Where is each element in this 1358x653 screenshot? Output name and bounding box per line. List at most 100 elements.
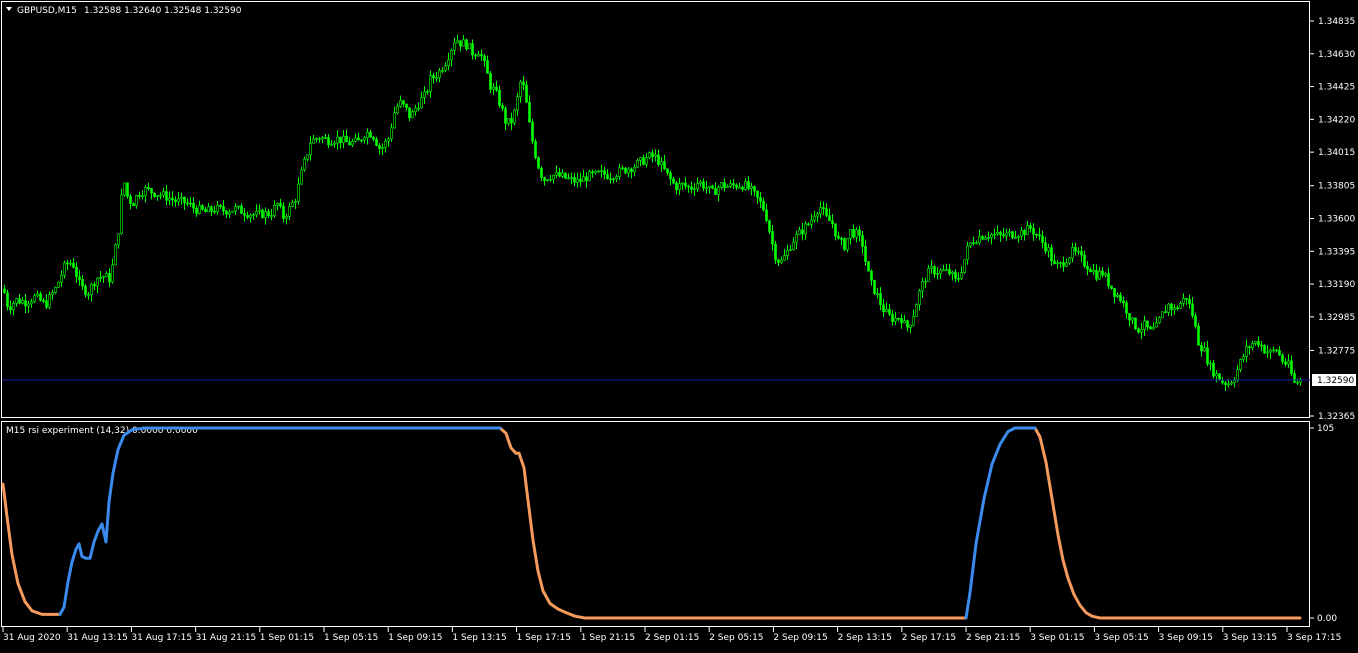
candle-body xyxy=(84,285,87,296)
candle-body xyxy=(120,194,123,235)
candle-body xyxy=(816,213,819,217)
candle-body xyxy=(930,266,933,269)
time-tick-label: 1 Sep 09:15 xyxy=(388,633,442,643)
candle-body xyxy=(567,177,570,180)
candle-body xyxy=(354,137,357,142)
candle-body xyxy=(1197,325,1200,346)
candle-body xyxy=(873,279,876,295)
candle-body xyxy=(423,91,426,98)
candle-body xyxy=(1281,354,1284,363)
candle-body xyxy=(942,269,945,272)
candle-body xyxy=(861,235,864,247)
candle-body xyxy=(840,237,843,240)
candle-body xyxy=(294,201,297,203)
candle-body xyxy=(780,259,783,263)
candle-body xyxy=(1224,382,1227,385)
candle-body xyxy=(867,261,870,272)
candle-body xyxy=(1230,382,1233,385)
price-tick-label: 1.33600 xyxy=(1318,215,1355,225)
candle-body xyxy=(303,158,306,171)
time-tick-label: 2 Sep 01:15 xyxy=(645,633,699,643)
candle-body xyxy=(1227,383,1230,386)
candle-body xyxy=(903,320,906,324)
candle-body xyxy=(147,187,150,189)
price-tick-label: 1.32365 xyxy=(1318,412,1355,422)
candle-body xyxy=(192,203,195,209)
candle-body xyxy=(462,39,465,47)
candle-body xyxy=(90,284,93,296)
time-tick-label: 3 Sep 13:15 xyxy=(1223,633,1277,643)
candle-body xyxy=(633,166,636,172)
candle-body xyxy=(1260,344,1263,347)
candle-body xyxy=(696,183,699,190)
candle-body xyxy=(486,60,489,74)
candle-body xyxy=(894,317,897,322)
candle-body xyxy=(1077,250,1080,253)
candle-body xyxy=(195,207,198,214)
ohlc-quote: 1.32588 1.32640 1.32548 1.32590 xyxy=(84,6,242,16)
candle-body xyxy=(735,184,738,188)
candle-body xyxy=(966,245,969,261)
candle-body xyxy=(357,137,360,141)
candle-body xyxy=(378,145,381,149)
candle-body xyxy=(468,43,471,50)
candle-body xyxy=(1035,233,1038,236)
candle-body xyxy=(837,235,840,239)
candle-body xyxy=(594,170,597,174)
candle-body xyxy=(579,178,582,182)
candle-body xyxy=(126,182,129,197)
candle-body xyxy=(252,214,255,217)
candle-body xyxy=(9,306,12,311)
candle-body xyxy=(276,202,279,206)
time-tick-label: 2 Sep 17:15 xyxy=(902,633,956,643)
candle-body xyxy=(1170,303,1173,310)
candle-body xyxy=(498,89,501,106)
candle-body xyxy=(183,196,186,204)
current-price-label: 1.32590 xyxy=(1317,376,1354,386)
candle-body xyxy=(78,276,81,280)
candle-body xyxy=(477,54,480,57)
chart-canvas[interactable]: GBPUSD,M15 1.32588 1.32640 1.32548 1.325… xyxy=(0,0,1358,649)
candle-body xyxy=(765,209,768,222)
candle-body xyxy=(978,236,981,244)
candle-body xyxy=(246,215,249,218)
candle-body xyxy=(312,138,315,144)
candle-body xyxy=(576,178,579,183)
candle-body xyxy=(159,194,162,197)
candle-body xyxy=(1017,235,1020,238)
candle-body xyxy=(168,197,171,201)
time-tick-label: 3 Sep 09:15 xyxy=(1159,633,1213,643)
candle-body xyxy=(21,300,24,304)
candle-body xyxy=(684,182,687,187)
candle-body xyxy=(336,136,339,144)
candle-body xyxy=(786,250,789,256)
candle-body xyxy=(909,324,912,328)
candle-body xyxy=(1056,262,1059,265)
candle-body xyxy=(1278,350,1281,356)
candle-body xyxy=(1071,247,1074,259)
candle-body xyxy=(1158,317,1161,324)
candle-body xyxy=(501,105,504,109)
candle-body xyxy=(1086,265,1089,270)
candle-body xyxy=(900,318,903,324)
candle-body xyxy=(471,43,474,56)
candle-body xyxy=(1065,262,1068,267)
candle-body xyxy=(240,205,243,214)
candle-body xyxy=(639,157,642,161)
candle-body xyxy=(6,292,9,307)
candle-body xyxy=(453,42,456,51)
candle-body xyxy=(771,231,774,245)
candle-body xyxy=(963,259,966,273)
chart-window[interactable]: GBPUSD,M15 1.32588 1.32640 1.32548 1.325… xyxy=(0,0,1358,649)
time-tick-label: 31 Aug 13:15 xyxy=(67,633,128,643)
candle-body xyxy=(405,103,408,108)
candle-body xyxy=(447,59,450,67)
candle-body xyxy=(1104,273,1107,276)
candle-body xyxy=(648,152,651,159)
candle-body xyxy=(705,187,708,190)
candle-body xyxy=(255,211,258,216)
candle-body xyxy=(570,177,573,179)
candle-body xyxy=(429,75,432,92)
candle-body xyxy=(1032,227,1035,235)
candle-body xyxy=(261,209,264,218)
